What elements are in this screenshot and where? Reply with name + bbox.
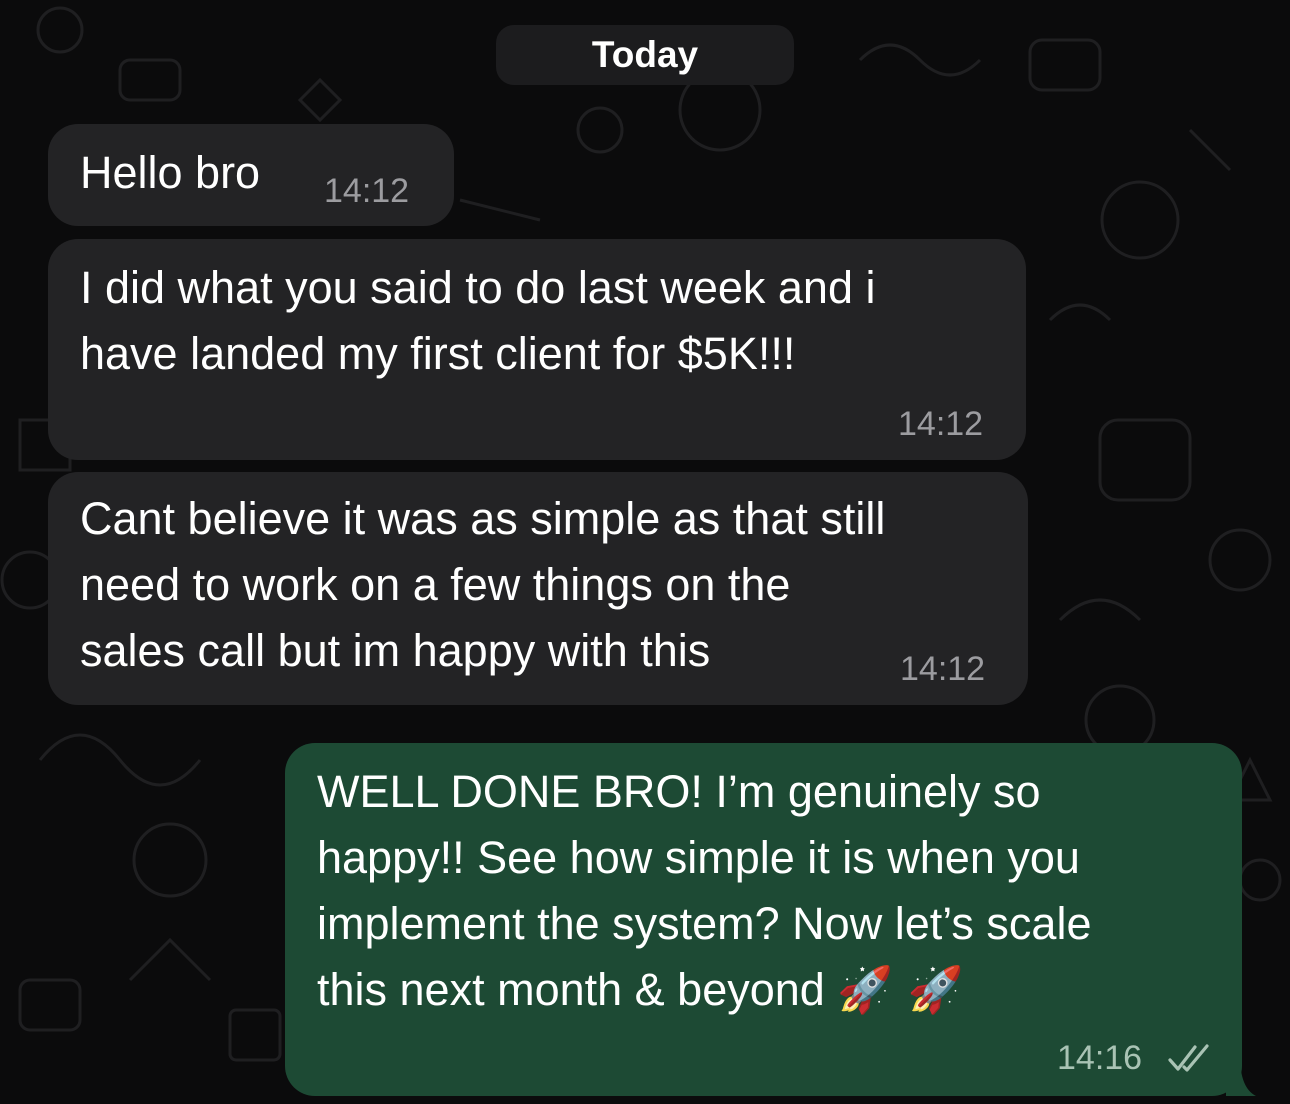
- outgoing-message[interactable]: WELL DONE BRO! I’m genuinely so happy!! …: [285, 743, 1242, 1096]
- message-timestamp: 14:12: [324, 172, 410, 210]
- message-text-line: sales call but im happy with this: [80, 625, 711, 676]
- message-text-line: this next month & beyond 🚀 🚀: [317, 957, 964, 1023]
- message-timestamp: 14:12: [898, 405, 984, 443]
- incoming-message[interactable]: I did what you said to do last week and …: [48, 239, 1026, 460]
- message-text-line: have landed my first client for $5K!!!: [80, 328, 796, 379]
- chat-screen: Today Hello bro 14:12 I did what you sai…: [0, 0, 1290, 1104]
- message-text-line: Cant believe it was as simple as that st…: [80, 493, 886, 544]
- message-text: Hello bro: [80, 147, 261, 198]
- incoming-message[interactable]: Hello bro 14:12: [48, 124, 454, 226]
- message-text-line: implement the system? Now let’s scale: [317, 898, 1092, 949]
- message-text-line: I did what you said to do last week and …: [80, 262, 876, 313]
- rocket-emoji-icon: 🚀 🚀: [837, 963, 964, 1016]
- message-text-line: happy!! See how simple it is when you: [317, 832, 1080, 883]
- bubble-tail: [1226, 1056, 1256, 1096]
- message-text-segment: this next month & beyond: [317, 964, 825, 1015]
- date-separator: Today: [496, 25, 794, 85]
- double-check-icon: [1168, 1044, 1209, 1072]
- message-timestamp: 14:16: [1057, 1039, 1143, 1077]
- incoming-message[interactable]: Cant believe it was as simple as that st…: [48, 472, 1028, 705]
- message-timestamp: 14:12: [900, 650, 986, 688]
- message-text-line: need to work on a few things on the: [80, 559, 791, 610]
- message-text-line: WELL DONE BRO! I’m genuinely so: [317, 766, 1041, 817]
